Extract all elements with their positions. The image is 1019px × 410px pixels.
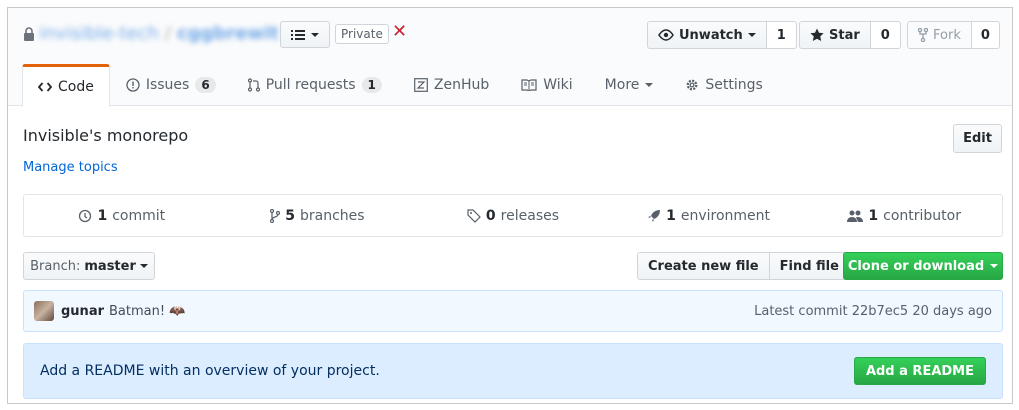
gear-icon	[685, 78, 699, 92]
numbers-summary: 1 commit 5 branches 0 releases 1 environ…	[23, 194, 1003, 237]
edit-description-button[interactable]: Edit	[953, 124, 1002, 153]
chevron-down-icon	[139, 264, 148, 268]
repo-name-link[interactable]: cggbrewit	[177, 23, 279, 44]
tab-wiki[interactable]: Wiki	[505, 64, 588, 106]
tab-pull-requests[interactable]: Pull requests 1	[232, 64, 398, 106]
star-label: Star	[829, 27, 860, 43]
commit-meta: Latest commit 22b7ec5 20 days ago	[754, 304, 992, 319]
stargazers-count[interactable]: 0	[870, 21, 901, 49]
commit-age: 20 days ago	[912, 303, 992, 319]
manage-topics-link[interactable]: Manage topics	[23, 160, 118, 175]
branch-select-button[interactable]: Branch: master	[23, 252, 155, 280]
releases-count: 0	[485, 207, 496, 224]
watch-group: Unwatch 1	[647, 21, 797, 49]
contributors-count: 1	[868, 207, 879, 224]
avatar[interactable]	[34, 301, 54, 321]
tag-icon	[467, 208, 481, 223]
repo-description: Invisible's monorepo	[23, 126, 189, 145]
tab-issues[interactable]: Issues 6	[110, 64, 232, 106]
chevron-down-icon	[747, 33, 756, 37]
find-file-button[interactable]: Find file	[769, 252, 850, 280]
tab-code[interactable]: Code	[22, 64, 110, 107]
add-readme-button[interactable]: Add a README	[853, 357, 986, 385]
clone-or-download-button[interactable]: Clone or download	[843, 252, 1003, 280]
tab-pull-requests-label: Pull requests	[265, 77, 356, 93]
readme-prompt-text: Add a README with an overview of your pr…	[40, 363, 380, 379]
clone-label: Clone or download	[847, 258, 985, 274]
tab-more-label: More	[604, 77, 640, 93]
tab-issues-label: Issues	[145, 77, 190, 93]
contributors-label: contributor	[883, 207, 961, 224]
commits-summary[interactable]: 1 commit	[24, 208, 220, 224]
repo-separator: /	[164, 23, 171, 44]
branches-count: 5	[285, 207, 295, 224]
tab-more[interactable]: More	[589, 64, 670, 106]
branch-icon	[270, 208, 281, 223]
tab-wiki-label: Wiki	[543, 77, 573, 93]
chevron-down-icon	[311, 32, 319, 37]
create-new-file-button[interactable]: Create new file	[637, 252, 770, 280]
issue-icon	[126, 78, 140, 92]
fork-button[interactable]: Fork	[907, 21, 972, 49]
tab-code-label: Code	[58, 78, 94, 95]
close-icon[interactable]: ✕	[392, 22, 407, 42]
branches-summary[interactable]: 5 branches	[220, 208, 416, 224]
branch-label: Branch:	[30, 258, 81, 274]
environments-label: environment	[680, 207, 771, 224]
branches-label: branches	[299, 207, 365, 224]
list-icon	[291, 29, 305, 41]
pull-request-icon	[247, 78, 260, 92]
pull-requests-counter: 1	[361, 77, 382, 93]
repository-page: invisible-tech / cggbrewit Private ✕ Unwat…	[7, 7, 1013, 404]
repo-title: invisible-tech / cggbrewit	[39, 23, 279, 45]
people-icon	[847, 209, 864, 223]
unwatch-button[interactable]: Unwatch	[647, 21, 767, 49]
fork-group: Fork 0	[907, 21, 1000, 49]
star-group: Star 0	[799, 21, 901, 49]
contributors-summary[interactable]: 1 contributor	[806, 208, 1002, 224]
eye-icon	[658, 29, 674, 41]
star-icon	[810, 28, 824, 42]
file-actions: Create new file Find file	[637, 252, 850, 280]
readme-prompt: Add a README with an overview of your pr…	[23, 343, 1003, 399]
private-badge: Private	[335, 24, 389, 44]
latest-commit-bar: gunar Batman! 🦇 Latest commit 22b7ec5 20…	[23, 290, 1003, 332]
chevron-down-icon	[645, 83, 654, 87]
book-icon	[521, 79, 537, 91]
branch-value: master	[84, 258, 136, 274]
tab-settings-label: Settings	[705, 77, 763, 93]
zenhub-menu-button[interactable]	[280, 21, 330, 48]
history-icon	[78, 209, 92, 223]
unwatch-label: Unwatch	[679, 27, 743, 43]
lock-icon	[23, 26, 35, 42]
commit-message-link[interactable]: Batman! 🦇	[109, 304, 185, 319]
commits-count: 1	[97, 207, 108, 224]
releases-label: releases	[500, 207, 560, 224]
repo-header: invisible-tech / cggbrewit Private ✕ Unwat…	[8, 8, 1012, 107]
watchers-count[interactable]: 1	[766, 21, 797, 49]
commit-sha-link[interactable]: 22b7ec5	[852, 304, 908, 319]
fork-label: Fork	[933, 27, 961, 43]
chevron-down-icon	[990, 264, 999, 268]
code-icon	[38, 81, 52, 92]
repo-owner-link[interactable]: invisible-tech	[39, 23, 159, 44]
environments-summary[interactable]: 1 environment	[611, 208, 807, 224]
issues-counter: 6	[195, 77, 216, 93]
fork-icon	[918, 28, 928, 42]
zenhub-icon	[413, 78, 428, 92]
commit-author-link[interactable]: gunar	[61, 304, 104, 319]
commit-meta-prefix: Latest commit	[754, 303, 848, 319]
environments-count: 1	[666, 207, 676, 224]
releases-summary[interactable]: 0 releases	[415, 208, 611, 224]
star-button[interactable]: Star	[799, 21, 871, 49]
tab-zenhub[interactable]: ZenHub	[398, 64, 505, 106]
commits-label: commit	[112, 207, 166, 224]
repo-tabs: Code Issues 6 Pull requests 1 ZenHub Wik…	[22, 64, 779, 107]
tab-settings[interactable]: Settings	[669, 64, 778, 106]
tab-zenhub-label: ZenHub	[433, 77, 490, 93]
rocket-icon	[647, 209, 661, 223]
forks-count[interactable]: 0	[971, 21, 1000, 49]
